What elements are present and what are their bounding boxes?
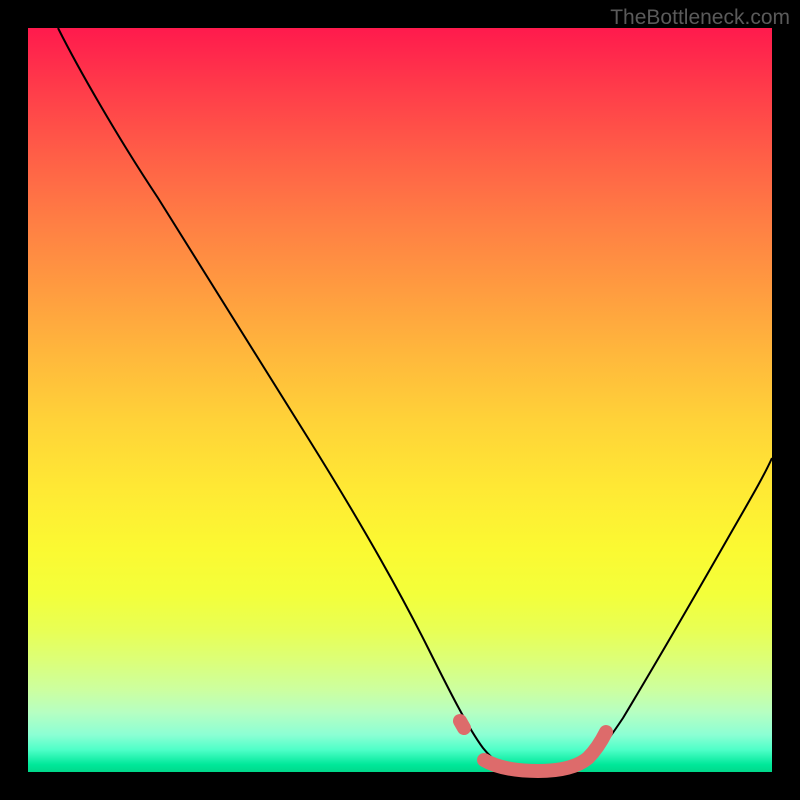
highlight-band-path bbox=[484, 732, 606, 771]
plot-area bbox=[28, 28, 772, 772]
watermark-text: TheBottleneck.com bbox=[610, 6, 790, 30]
chart-svg bbox=[28, 28, 772, 772]
bottleneck-curve-path bbox=[58, 28, 772, 772]
highlight-left-dot bbox=[460, 721, 464, 728]
chart-container: TheBottleneck.com bbox=[0, 0, 800, 800]
